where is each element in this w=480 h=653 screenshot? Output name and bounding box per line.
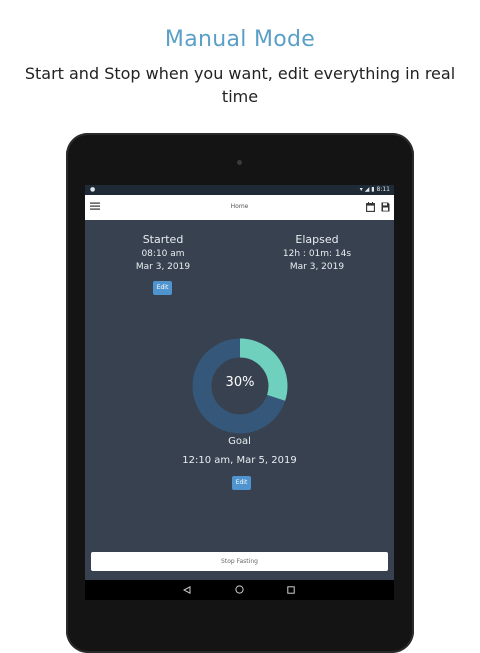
- started-date: Mar 3, 2019: [135, 262, 191, 272]
- notification-icon: ●: [90, 186, 96, 193]
- stop-fasting-button[interactable]: Stop Fasting: [91, 552, 388, 571]
- goal-value: 12:10 am, Mar 5, 2019: [182, 455, 297, 466]
- camera-icon: [237, 160, 242, 165]
- started-section: Started 08:10 am Mar 3, 2019: [103, 233, 223, 272]
- elapsed-date: Mar 3, 2019: [289, 262, 345, 272]
- goal-title: Goal: [228, 436, 251, 447]
- save-icon[interactable]: [381, 202, 390, 212]
- status-bar: ● ▾ ◢ ▮ 8:11: [85, 185, 394, 195]
- app-screen: ● ▾ ◢ ▮ 8:11 Home Started 08:10 am Mar 3…: [85, 185, 394, 600]
- page-title: Home: [230, 203, 249, 210]
- status-time: 8:11: [376, 186, 390, 193]
- elapsed-title: Elapsed: [295, 233, 339, 246]
- wifi-icon: ▾: [359, 186, 363, 193]
- battery-icon: ▮: [371, 186, 375, 193]
- recents-icon[interactable]: [287, 586, 295, 594]
- nav-bar: [85, 580, 394, 600]
- app-bar: Home: [85, 195, 394, 220]
- elapsed-section: Elapsed 12h : 01m: 14s Mar 3, 2019: [257, 233, 377, 272]
- promo-headline: Manual Mode: [164, 27, 316, 52]
- promo-subline: Start and Stop when you want, edit every…: [24, 64, 456, 106]
- edit-goal-button[interactable]: Edit: [232, 476, 251, 490]
- edit-start-button[interactable]: Edit: [153, 281, 172, 295]
- status-right: ▾ ◢ ▮ 8:11: [360, 186, 390, 193]
- signal-icon: ◢: [364, 186, 370, 193]
- started-title: Started: [142, 233, 184, 246]
- calendar-icon[interactable]: [366, 202, 375, 212]
- home-icon[interactable]: [235, 585, 244, 594]
- elapsed-duration: 12h : 01m: 14s: [282, 249, 352, 259]
- started-time: 08:10 am: [141, 249, 185, 259]
- progress-label: 30%: [225, 375, 255, 390]
- back-icon[interactable]: [183, 586, 191, 594]
